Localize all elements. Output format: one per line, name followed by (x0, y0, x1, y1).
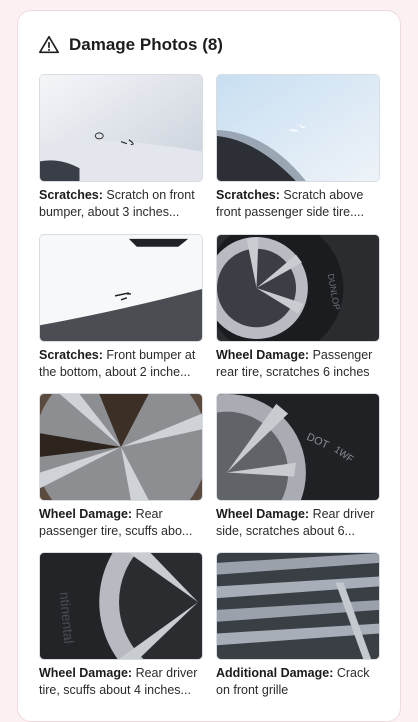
photo-caption: Wheel Damage: Rear driver side, scratche… (216, 507, 375, 538)
photo-item[interactable]: Scratches: Scratch on front bumper, abou… (39, 74, 203, 221)
damage-photo-thumbnail[interactable] (39, 393, 203, 501)
damage-photos-card: Damage Photos (8) Scratches: Scratch on … (17, 10, 401, 722)
warning-triangle-icon (39, 35, 59, 54)
photo-item[interactable]: DOT 1WF Wheel Damage: Rear driver side, … (216, 393, 380, 540)
card-header: Damage Photos (8) (38, 33, 223, 57)
photo-item[interactable]: Additional Damage: Crack on front grille (216, 552, 380, 699)
photo-caption: Wheel Damage: Rear driver tire, scuffs a… (39, 666, 198, 697)
photo-item[interactable]: Wheel Damage: Rear passenger tire, scuff… (39, 393, 203, 540)
photo-caption: Scratches: Front bumper at the bottom, a… (39, 348, 196, 379)
damage-photo-thumbnail[interactable] (216, 74, 380, 182)
photo-item[interactable]: Scratches: Front bumper at the bottom, a… (39, 234, 203, 381)
photo-item[interactable]: Scratches: Scratch above front passenger… (216, 74, 380, 221)
photo-item[interactable]: ntinental Wheel Damage: Rear driver tire… (39, 552, 203, 699)
damage-photo-thumbnail[interactable]: DUNLOP (216, 234, 380, 342)
damage-photo-thumbnail[interactable] (39, 234, 203, 342)
damage-photo-thumbnail[interactable] (216, 552, 380, 660)
photo-caption: Wheel Damage: Passenger rear tire, scrat… (216, 348, 373, 379)
card-title: Damage Photos (8) (69, 35, 223, 54)
damage-photo-thumbnail[interactable] (39, 74, 203, 182)
damage-photo-thumbnail[interactable]: DOT 1WF (216, 393, 380, 501)
photo-caption: Scratches: Scratch above front passenger… (216, 188, 364, 219)
damage-photo-thumbnail[interactable]: ntinental (39, 552, 203, 660)
photo-caption: Scratches: Scratch on front bumper, abou… (39, 188, 195, 219)
photo-caption: Wheel Damage: Rear passenger tire, scuff… (39, 507, 193, 538)
photo-item[interactable]: DUNLOP Wheel Damage: Passenger rear tire… (216, 234, 380, 381)
photo-caption: Additional Damage: Crack on front grille (216, 666, 370, 697)
